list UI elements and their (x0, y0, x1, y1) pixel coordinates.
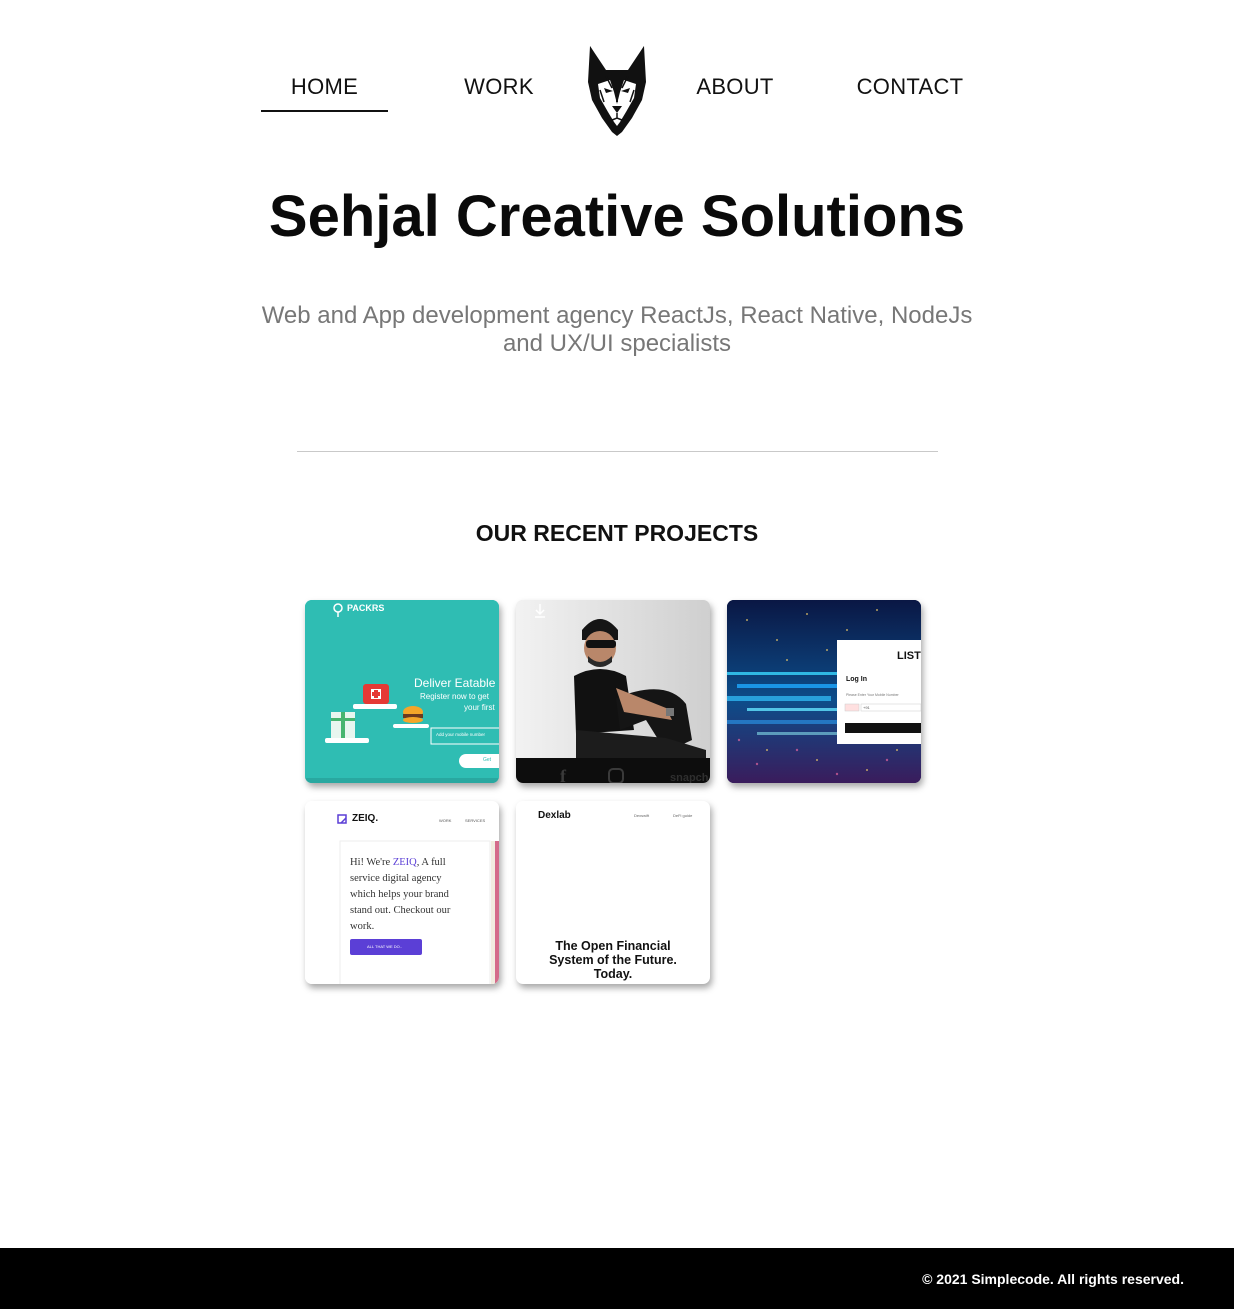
zeiq-intro-line-5: work. (350, 921, 375, 932)
dexlab-nav-1: Dexswift (634, 813, 650, 818)
footer-copyright: © 2021 Simplecode. All rights reserved. (922, 1271, 1184, 1287)
packrs-brand: PACKRS (347, 603, 385, 613)
dexlab-nav-2: DeFi guide (673, 813, 693, 818)
facebook-icon: f (560, 766, 566, 783)
zeiq-intro-post: , A full (416, 857, 446, 868)
project-card-packrs[interactable]: PACKRS Deliver Eatable Register now to g… (305, 600, 499, 783)
zeiq-nav-services: SERVICES (465, 818, 486, 823)
page: HOME WORK ABOUT CONTACT Sehjal Creative … (0, 0, 1234, 1309)
list-brand: LIST (897, 650, 921, 662)
zeiq-intro-brand: ZEIQ (392, 857, 417, 868)
packrs-button: Get (483, 757, 492, 763)
zeiq-intro-line-3: which helps your brand (350, 889, 449, 900)
subtitle-line-2: and UX/UI specialists (502, 330, 732, 357)
top-nav: HOME WORK ABOUT CONTACT (0, 0, 1234, 150)
footer: © 2021 Simplecode. All rights reserved. (0, 1248, 1234, 1309)
dexlab-brand: Dexlab (538, 810, 571, 821)
packrs-headline: Deliver Eatable (414, 676, 496, 690)
packrs-line-2: your first (464, 703, 495, 712)
instagram-icon (608, 768, 624, 783)
project-card-dexlab[interactable]: Dexlab Dexswift DeFi guide The Open Fina… (516, 801, 710, 984)
packrs-input-placeholder: Add your mobile number (436, 732, 486, 737)
packrs-line-1: Register now to get (420, 692, 489, 701)
wolf-head-icon[interactable] (584, 42, 650, 138)
project-card-zeiq[interactable]: ZEIQ. WORK SERVICES Hi! We're ZEIQ, A fu… (305, 801, 499, 984)
dexlab-hero-text: The Open Financial System of the Future.… (516, 939, 710, 981)
list-code: +91 (863, 705, 870, 710)
dexlab-hero-line-3: Today. (593, 967, 633, 981)
zeiq-intro-text: Hi! We're ZEIQ, A full service digital a… (350, 855, 480, 935)
nav-contact-link[interactable]: CONTACT (840, 74, 980, 100)
zeiq-intro-line-4: stand out. Checkout our (350, 905, 451, 916)
nav-home-link[interactable]: HOME (261, 74, 388, 112)
section-divider (297, 451, 938, 452)
zeiq-nav-work: WORK (439, 818, 452, 823)
project-card-portrait[interactable]: f snapch (516, 600, 710, 783)
page-title: Sehjal Creative Solutions (268, 184, 966, 249)
nav-work-link[interactable]: WORK (440, 74, 558, 100)
dexlab-hero-line-1: The Open Financial (555, 939, 671, 953)
dexlab-hero-line-2: System of the Future. (549, 953, 677, 967)
page-subtitle: Web and App development agency ReactJs, … (247, 302, 987, 358)
projects-heading: OUR RECENT PROJECTS (475, 520, 759, 546)
snapchat-text: snapch (670, 772, 709, 783)
list-form-title: Log In (846, 676, 867, 683)
subtitle-line-1: Web and App development agency ReactJs, … (261, 302, 973, 329)
zeiq-intro-pre: Hi! We're (350, 857, 393, 868)
list-form-hint: Please Enter Your Mobile Number (846, 693, 899, 697)
zeiq-brand: ZEIQ. (352, 813, 379, 824)
nav-about-link[interactable]: ABOUT (680, 74, 790, 100)
zeiq-button: ALL THAT WE DO.. (367, 944, 402, 949)
zeiq-intro-line-2: service digital agency (350, 873, 442, 884)
project-card-list-login[interactable]: LIST Log In Please Enter Your Mobile Num… (727, 600, 921, 783)
